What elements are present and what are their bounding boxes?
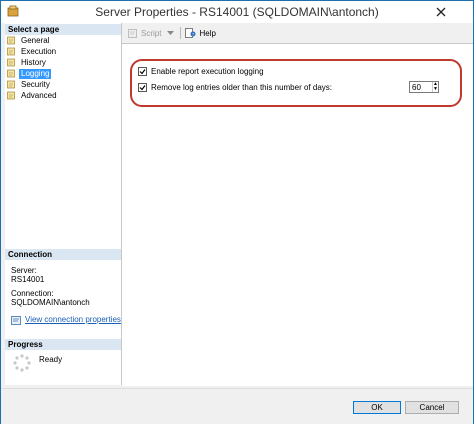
- page-item-label: General: [21, 35, 50, 45]
- connection-value: SQLDOMAIN\antonch: [11, 298, 90, 307]
- logging-page: Enable report execution logging Remove l…: [122, 43, 473, 386]
- days-input[interactable]: [410, 82, 432, 92]
- page-wrench-icon: [7, 91, 15, 100]
- page-list: General Execution History Logging Securi…: [7, 35, 59, 101]
- ok-button[interactable]: OK: [353, 401, 401, 414]
- page-wrench-icon: [7, 80, 15, 89]
- page-wrench-icon: [7, 69, 15, 78]
- enable-logging-label: Enable report execution logging: [151, 67, 264, 76]
- properties-icon: [11, 315, 21, 325]
- remove-old-entries-label: Remove log entries older than this numbe…: [151, 83, 332, 92]
- page-wrench-icon: [7, 36, 15, 45]
- title-bar: Server Properties - RS14001 (SQLDOMAIN\a…: [1, 1, 473, 23]
- page-item-label: Execution: [21, 46, 57, 56]
- progress-status: Ready: [39, 355, 63, 364]
- help-label: Help: [199, 28, 216, 38]
- script-label: Script: [141, 28, 162, 38]
- close-window-button[interactable]: [423, 4, 459, 20]
- select-page-header: Select a page: [5, 24, 121, 35]
- view-connection-properties-label: View connection properties: [25, 315, 121, 324]
- cancel-button[interactable]: Cancel: [405, 401, 459, 414]
- page-item-label: Advanced: [21, 90, 57, 100]
- server-properties-dialog: Server Properties - RS14001 (SQLDOMAIN\a…: [0, 0, 474, 424]
- toolbar: Script ? Help: [122, 23, 473, 43]
- page-item-security[interactable]: Security: [7, 79, 59, 90]
- view-connection-properties-link[interactable]: View connection properties: [11, 315, 121, 325]
- remove-old-entries-option[interactable]: Remove log entries older than this numbe…: [138, 83, 332, 92]
- help-button[interactable]: ? Help: [185, 28, 216, 38]
- server-value: RS14001: [11, 275, 45, 284]
- page-item-logging[interactable]: Logging: [7, 68, 59, 79]
- window-title: Server Properties - RS14001 (SQLDOMAIN\a…: [95, 5, 379, 19]
- enable-logging-option[interactable]: Enable report execution logging: [138, 67, 264, 76]
- enable-logging-checkbox[interactable]: [138, 67, 147, 76]
- close-icon: [436, 7, 446, 17]
- page-item-history[interactable]: History: [7, 57, 59, 68]
- checkmark-icon: [139, 85, 146, 91]
- remove-old-entries-checkbox[interactable]: [138, 83, 147, 92]
- page-item-advanced[interactable]: Advanced: [7, 90, 59, 101]
- help-icon: ?: [185, 28, 196, 38]
- stepper-down-icon[interactable]: ▼: [433, 87, 438, 92]
- page-item-label: Security: [21, 79, 50, 89]
- right-pane: Script ? Help Enable report execution lo…: [122, 23, 473, 386]
- progress-header: Progress: [5, 339, 121, 350]
- script-icon: [128, 28, 137, 38]
- toolbar-separator: [180, 27, 182, 39]
- button-bar: OK Cancel: [1, 388, 473, 424]
- page-wrench-icon: [7, 58, 15, 67]
- days-stepper[interactable]: ▲ ▼: [409, 81, 439, 93]
- page-wrench-icon: [7, 47, 15, 56]
- dropdown-arrow-icon: [167, 30, 175, 35]
- page-item-label: History: [21, 57, 46, 67]
- page-item-execution[interactable]: Execution: [7, 46, 59, 57]
- dialog-body: Select a page General Execution History …: [1, 23, 473, 424]
- connection-header: Connection: [5, 249, 121, 260]
- stepper-arrows: ▲ ▼: [432, 82, 438, 92]
- page-item-general[interactable]: General: [7, 35, 59, 46]
- checkmark-icon: [139, 69, 146, 75]
- script-button[interactable]: Script: [128, 28, 175, 38]
- progress-spinner-icon: [13, 354, 31, 372]
- page-item-label: Logging: [19, 68, 52, 79]
